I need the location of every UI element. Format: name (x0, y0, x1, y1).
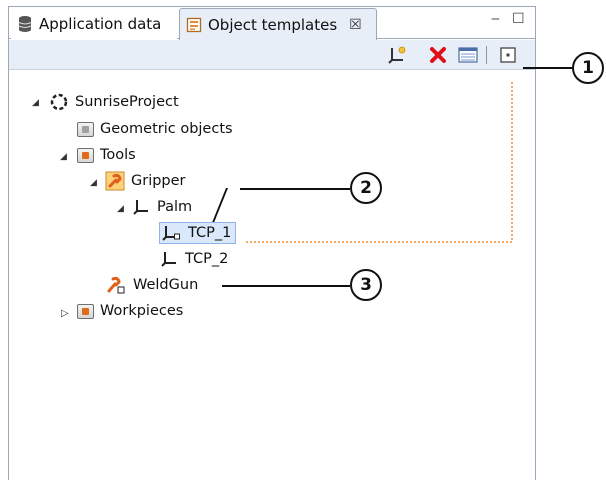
expand-icon[interactable]: ◢ (90, 178, 97, 188)
tab-object-templates[interactable]: Object templates ☒ (179, 8, 377, 40)
delete-button[interactable] (427, 45, 449, 65)
object-templates-view: Application data Object templates ☒ ‒ ☐ (8, 6, 536, 480)
new-frame-button[interactable] (387, 45, 409, 65)
callout-3-leader (222, 285, 350, 287)
tree-item-label: Geometric objects (100, 121, 233, 137)
database-icon (18, 15, 32, 32)
new-frame-icon (388, 46, 406, 64)
toolbar-separator (486, 46, 487, 64)
frame-icon (133, 200, 148, 215)
tree-item-label: Tools (100, 147, 136, 163)
link-with-editor-button[interactable] (497, 45, 519, 65)
tree-item-label: Palm (157, 199, 193, 215)
minimize-icon[interactable]: ‒ (491, 11, 500, 27)
tab-label: Object templates (208, 15, 338, 34)
callout-1-leader (523, 67, 573, 69)
tab-bar: Application data Object templates ☒ ‒ ☐ (9, 7, 535, 40)
tcp-frame-icon (162, 226, 180, 241)
tree-item-tcp-2[interactable]: TCP_2 (161, 248, 228, 270)
tree-item-label: Gripper (131, 173, 186, 189)
tree-item-weldgun[interactable]: WeldGun (105, 274, 198, 296)
tree-item-tcp-1[interactable]: TCP_1 (159, 222, 237, 244)
maximize-icon[interactable]: ☐ (512, 11, 525, 27)
weldgun-tool-icon (107, 276, 125, 294)
tree-item-label: TCP_1 (188, 225, 232, 241)
tree-item-tools[interactable]: Tools (77, 144, 136, 166)
tree-item-sunriseproject[interactable]: SunriseProject (49, 91, 179, 113)
tree-item-label: WeldGun (133, 277, 199, 293)
tab-application-data[interactable]: Application data (11, 8, 177, 39)
project-icon (50, 93, 68, 111)
tree-item-label: TCP_2 (185, 251, 229, 267)
callout-2-leader (240, 188, 350, 190)
workpieces-folder-icon (77, 303, 94, 319)
tree-item-label: SunriseProject (75, 94, 179, 110)
expand-icon[interactable]: ◢ (60, 152, 67, 162)
tree-item-palm[interactable]: Palm (133, 196, 192, 218)
close-tab-icon[interactable]: ☒ (349, 17, 362, 33)
expand-icon[interactable]: ◢ (117, 204, 124, 214)
delete-icon (430, 47, 446, 63)
geometric-folder-icon (77, 121, 94, 137)
tab-label: Application data (39, 14, 162, 33)
tool-icon (105, 171, 125, 191)
tools-folder-icon (77, 147, 94, 163)
tree-item-geometric-objects[interactable]: Geometric objects (77, 118, 233, 140)
callout-2: 2 (350, 172, 382, 204)
properties-button[interactable] (457, 45, 479, 65)
link-with-editor-icon (500, 47, 516, 63)
collapse-icon[interactable]: ▷ (61, 308, 69, 319)
view-toolbar (9, 40, 535, 70)
callout-3: 3 (350, 269, 382, 301)
tree-item-gripper[interactable]: Gripper (105, 170, 186, 192)
callout-1: 1 (572, 52, 604, 84)
template-tree: ◢ SunriseProject Geometric objects ◢ Too… (9, 71, 535, 481)
tree-item-label: Workpieces (100, 303, 184, 319)
tree-item-workpieces[interactable]: Workpieces (77, 300, 183, 322)
expand-icon[interactable]: ◢ (32, 98, 39, 108)
properties-icon (458, 47, 478, 63)
frame-icon (161, 252, 176, 267)
template-icon (186, 17, 202, 32)
